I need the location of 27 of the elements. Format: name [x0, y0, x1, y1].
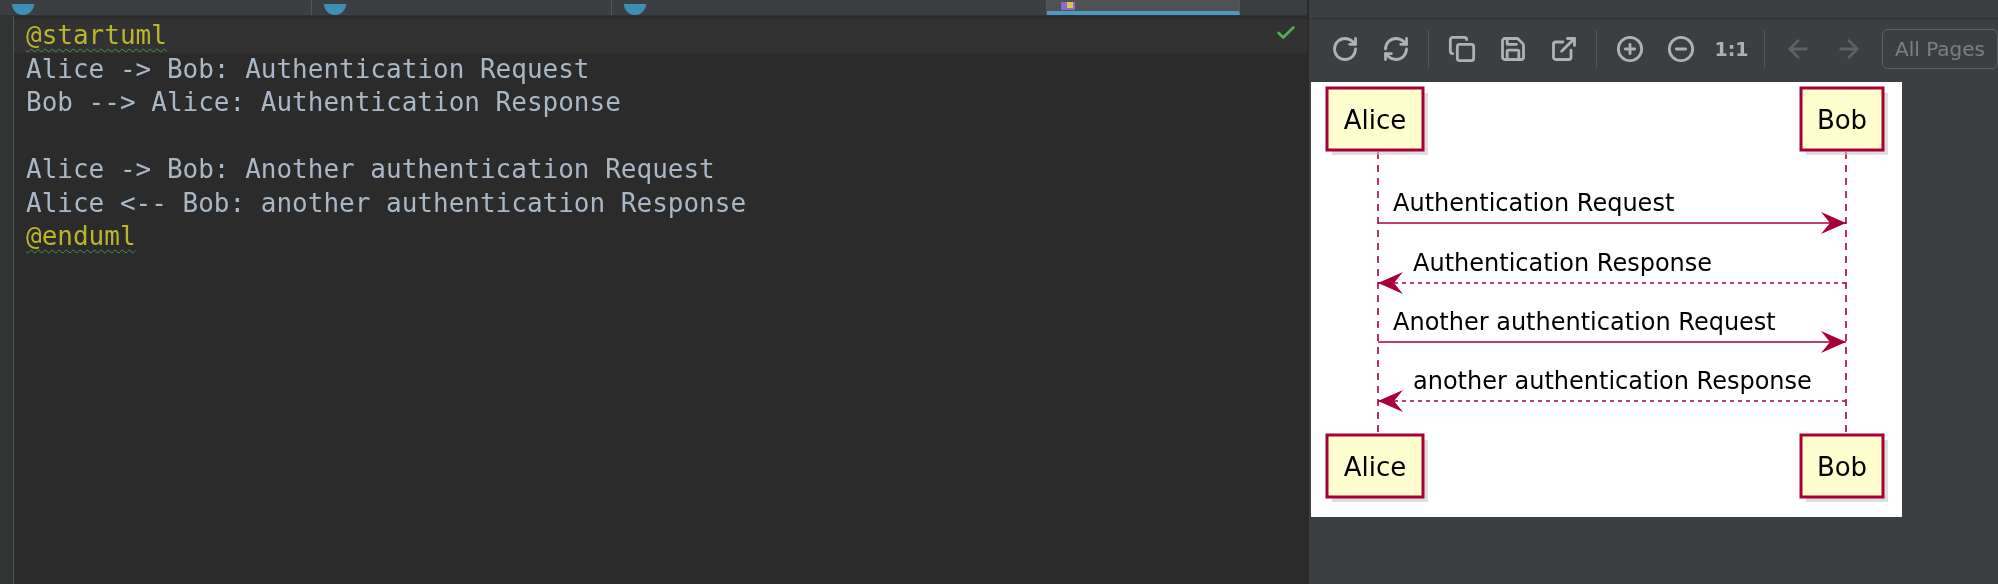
- message-label: Authentication Response: [1413, 249, 1713, 277]
- zoom-in-icon: [1615, 35, 1644, 63]
- zoom-out-icon: [1666, 35, 1695, 63]
- code-line: Bob --> Alice: Authentication Response: [26, 87, 621, 117]
- export-icon: [1549, 35, 1578, 63]
- editor-tab[interactable]: [1047, 0, 1240, 15]
- message-label: another authentication Response: [1413, 367, 1812, 395]
- actual-size-button[interactable]: 1:1: [1706, 29, 1757, 69]
- class-icon: [624, 4, 646, 15]
- class-icon: [324, 4, 346, 15]
- refresh-icon: [1381, 35, 1410, 63]
- code-line: Alice -> Bob: Another authentication Request: [26, 154, 715, 184]
- code-line: @startuml: [26, 20, 167, 50]
- copy-icon: [1447, 35, 1476, 63]
- code-line: Alice -> Bob: Authentication Request: [26, 53, 590, 84]
- message-label: Another authentication Request: [1393, 308, 1776, 336]
- message-label: Authentication Request: [1393, 189, 1675, 217]
- reload-icon: [1330, 35, 1359, 63]
- code-line: Alice <-- Bob: another authentication Response: [26, 187, 747, 218]
- participant-box: Bob: [1799, 433, 1888, 502]
- code-line: @enduml: [26, 221, 136, 251]
- participant-box: Bob: [1799, 86, 1888, 155]
- page-select[interactable]: All Pages: [1882, 29, 1998, 69]
- class-icon: [12, 4, 34, 15]
- participant-box: Alice: [1325, 86, 1428, 155]
- save-icon: [1498, 35, 1527, 63]
- participant-box: Alice: [1325, 433, 1428, 502]
